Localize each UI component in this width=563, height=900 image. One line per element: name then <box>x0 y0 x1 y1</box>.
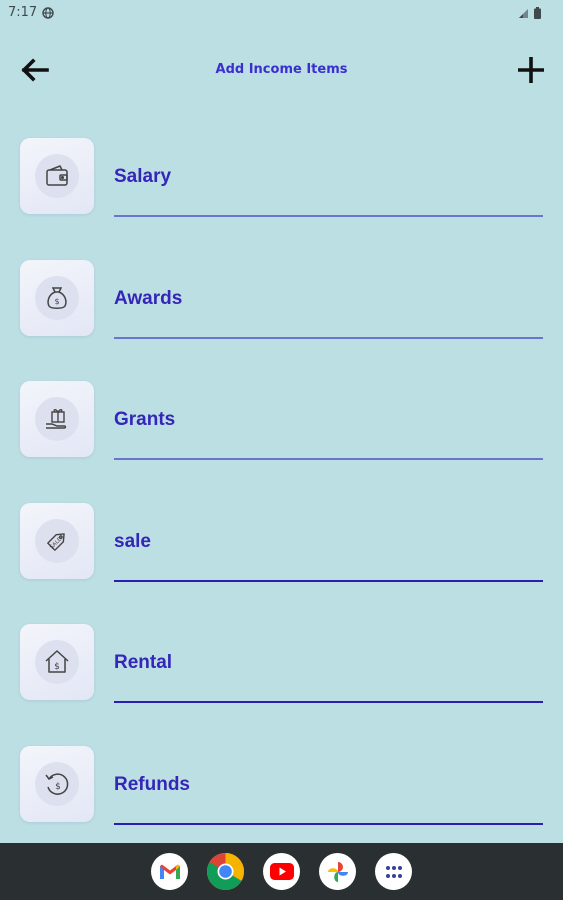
page-title: Add Income Items <box>215 62 348 77</box>
item-underline <box>114 215 543 217</box>
list-item[interactable]: Grants <box>0 381 563 503</box>
gmail-icon[interactable] <box>151 853 188 890</box>
plus-icon <box>516 55 546 90</box>
app-drawer-icon[interactable] <box>375 853 412 890</box>
list-item[interactable]: $ Awards <box>0 259 563 382</box>
chrome-icon[interactable] <box>207 853 244 890</box>
status-time: 7:17 <box>8 5 38 20</box>
sale-tag-icon: SALE <box>35 518 79 563</box>
vpn-globe-icon <box>42 6 54 24</box>
item-tile[interactable] <box>20 381 94 458</box>
list-item[interactable]: SALE sale <box>0 502 563 625</box>
house-dollar-icon: $ <box>35 640 79 685</box>
item-tile[interactable]: $ <box>20 745 94 822</box>
wallet-icon <box>35 154 79 198</box>
item-tile[interactable]: $ <box>20 259 94 336</box>
svg-text:$: $ <box>55 782 61 792</box>
refund-icon: $ <box>35 761 79 806</box>
svg-text:$: $ <box>54 662 60 672</box>
item-label: Refunds <box>114 773 190 795</box>
income-items-list: Salary $ Awards Grants SALE sale $ Renta… <box>0 138 563 868</box>
item-tile[interactable]: SALE <box>20 502 94 579</box>
photos-icon[interactable] <box>319 853 356 890</box>
list-item[interactable]: Salary <box>0 138 563 260</box>
item-label: Awards <box>114 287 183 309</box>
battery-icon <box>534 6 541 24</box>
item-underline <box>114 701 543 704</box>
signal-icon <box>518 6 529 24</box>
item-tile[interactable]: $ <box>20 624 94 701</box>
item-label: Salary <box>114 166 172 187</box>
taskbar-dock <box>0 843 563 900</box>
item-underline <box>114 458 543 461</box>
item-label: Rental <box>114 652 173 674</box>
app-bar: Add Income Items <box>0 44 563 96</box>
youtube-icon[interactable] <box>263 853 300 890</box>
status-bar: 7:17 <box>0 0 563 24</box>
gift-hand-icon <box>35 397 79 442</box>
item-label: Grants <box>114 409 176 431</box>
item-tile[interactable] <box>20 138 94 214</box>
list-item[interactable]: $ Rental <box>0 624 563 746</box>
add-item-button[interactable] <box>511 52 551 92</box>
item-underline <box>114 822 543 825</box>
item-underline <box>114 579 543 582</box>
item-label: sale <box>114 530 151 552</box>
item-underline <box>114 336 543 339</box>
svg-text:$: $ <box>54 297 59 306</box>
money-bag-icon: $ <box>35 275 79 320</box>
